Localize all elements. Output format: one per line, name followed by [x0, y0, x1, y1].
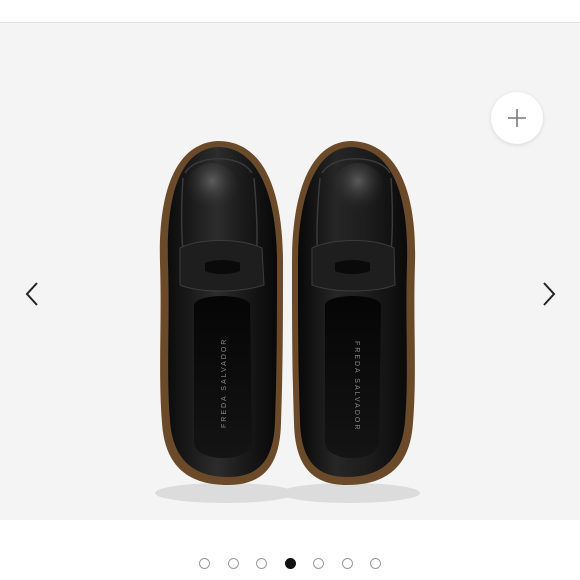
pagination-dot[interactable]	[313, 558, 324, 569]
pagination-dot[interactable]	[341, 558, 353, 569]
pagination-dot[interactable]	[227, 558, 239, 569]
chevron-right-icon	[543, 282, 556, 306]
pagination-dots	[0, 558, 580, 580]
product-image[interactable]: FREDA SALVADOR FREDA SALVADOR	[0, 23, 580, 520]
next-image-button[interactable]	[537, 276, 561, 312]
pagination-dot-active[interactable]	[284, 558, 296, 569]
zoom-button[interactable]	[491, 92, 543, 144]
product-image-gallery: FREDA SALVADOR FREDA SALVADOR	[0, 0, 580, 580]
chevron-left-icon	[25, 282, 38, 306]
right-loafer: FREDA SALVADOR	[292, 141, 416, 485]
previous-image-button[interactable]	[20, 276, 44, 312]
loafers-illustration: FREDA SALVADOR FREDA SALVADOR	[155, 141, 420, 503]
pagination-dot[interactable]	[256, 558, 267, 569]
svg-text:FREDA SALVADOR: FREDA SALVADOR	[353, 341, 360, 431]
pagination-dot[interactable]	[370, 558, 381, 569]
pagination-dot[interactable]	[199, 558, 210, 569]
left-loafer: FREDA SALVADOR	[159, 141, 283, 485]
top-divider	[0, 0, 580, 23]
svg-text:FREDA SALVADOR: FREDA SALVADOR	[221, 338, 228, 428]
plus-icon	[508, 109, 526, 127]
